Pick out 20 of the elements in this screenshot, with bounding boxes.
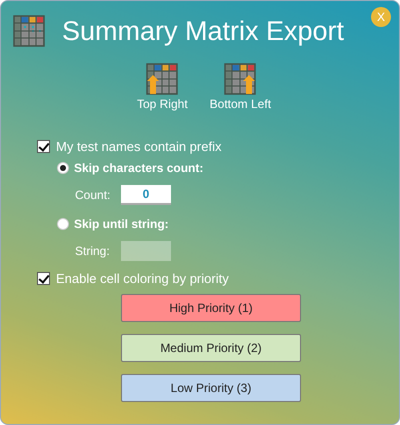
input-field[interactable]: 0 bbox=[121, 185, 171, 205]
checkbox-label: My test names contain prefix bbox=[56, 138, 222, 154]
window-title: Summary Matrix Export bbox=[60, 16, 346, 46]
field-label: Count: bbox=[75, 188, 111, 202]
matrix-icon bbox=[13, 15, 45, 47]
checkbox[interactable] bbox=[37, 272, 50, 284]
checkbox[interactable] bbox=[37, 140, 50, 152]
matrix-icon bbox=[146, 63, 178, 95]
corner-button[interactable]: Bottom Left bbox=[210, 63, 272, 111]
checkbox-label: Enable cell coloring by priority bbox=[56, 270, 229, 286]
priority-button[interactable]: High Priority (1) bbox=[121, 294, 301, 322]
radio-button[interactable] bbox=[57, 162, 69, 174]
priority-button[interactable]: Medium Priority (2) bbox=[121, 334, 301, 362]
corner-button[interactable]: Top Right bbox=[136, 63, 188, 111]
priority-button[interactable]: Low Priority (3) bbox=[121, 374, 301, 402]
matrix-icon bbox=[224, 63, 256, 95]
radio-label: Skip characters count: bbox=[74, 161, 204, 175]
radio-label: Skip until string: bbox=[74, 217, 169, 231]
field-label: String: bbox=[75, 244, 111, 258]
radio-button[interactable] bbox=[57, 218, 69, 230]
